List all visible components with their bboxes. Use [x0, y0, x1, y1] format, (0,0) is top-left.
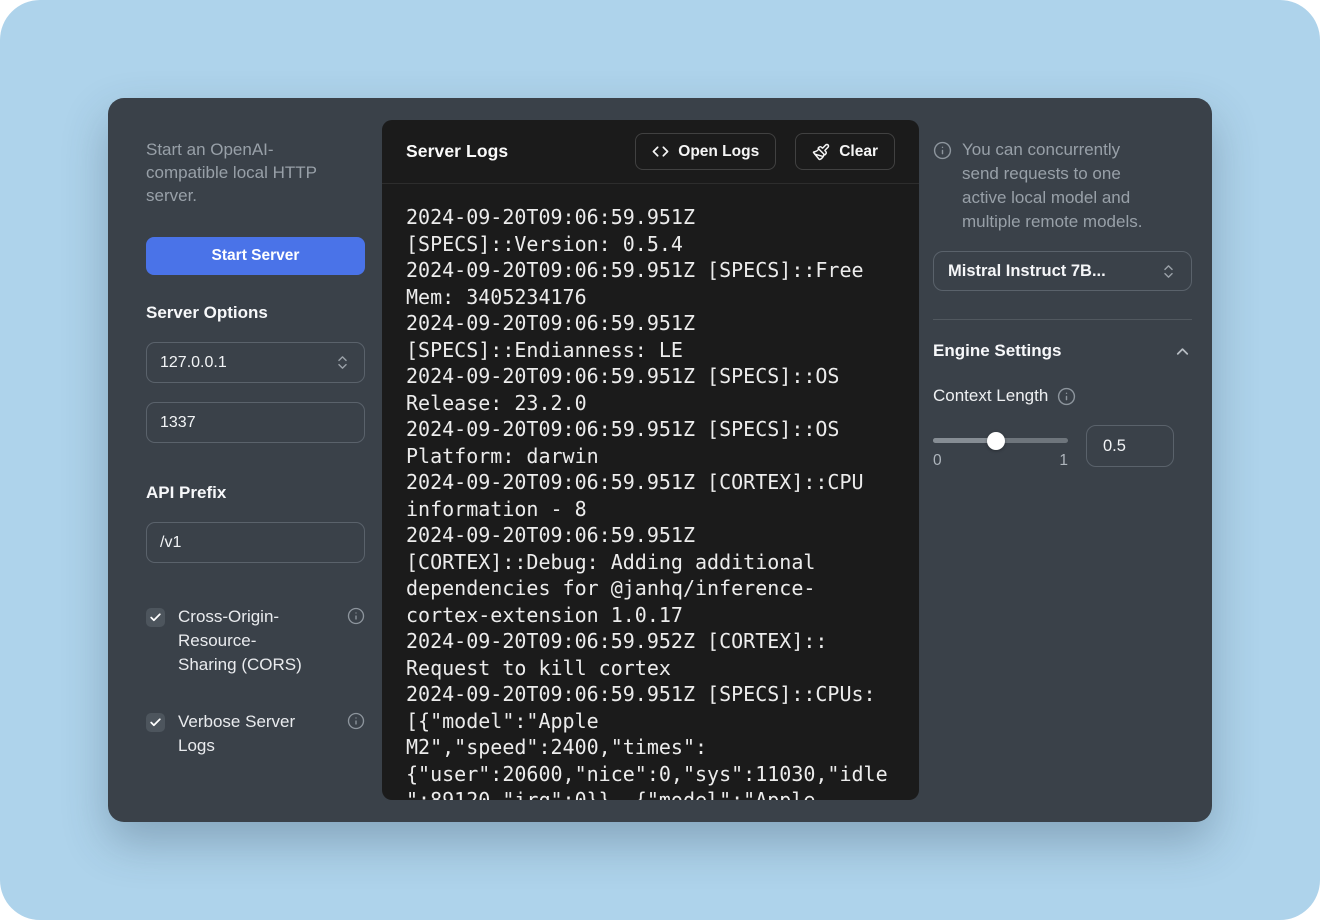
open-logs-button-label: Open Logs	[678, 143, 759, 161]
context-length-slider-wrap: 0 1	[933, 425, 1068, 470]
clear-logs-button[interactable]: Clear	[795, 133, 895, 170]
port-field[interactable]	[146, 402, 365, 443]
port-input[interactable]	[160, 414, 351, 432]
slider-max-label: 1	[1059, 452, 1068, 470]
slider-minmax-labels: 0 1	[933, 452, 1068, 470]
context-length-value-input[interactable]	[1086, 425, 1174, 467]
context-length-label: Context Length	[933, 386, 1048, 406]
chevron-up-icon	[1173, 342, 1192, 361]
concurrency-info-row: You can concurrently send requests to on…	[933, 138, 1192, 234]
api-prefix-input[interactable]	[160, 534, 351, 552]
chevrons-up-down-icon	[1160, 263, 1177, 280]
model-selector[interactable]: Mistral Instruct 7B...	[933, 251, 1192, 291]
check-icon	[149, 611, 162, 624]
app-background: Start an OpenAI- compatible local HTTP s…	[0, 0, 1320, 920]
verbose-logs-checkbox-label: Verbose Server Logs	[178, 710, 308, 758]
host-select[interactable]: 127.0.0.1	[146, 342, 365, 383]
cors-checkbox[interactable]	[146, 608, 165, 627]
context-length-slider-thumb[interactable]	[987, 432, 1005, 450]
chevrons-up-down-icon	[334, 354, 351, 371]
cors-checkbox-label: Cross-Origin- Resource- Sharing (CORS)	[178, 605, 308, 677]
context-length-control: 0 1	[933, 425, 1192, 470]
verbose-logs-checkbox[interactable]	[146, 713, 165, 732]
api-prefix-heading: API Prefix	[146, 483, 365, 503]
model-selector-value: Mistral Instruct 7B...	[948, 262, 1106, 281]
server-description: Start an OpenAI- compatible local HTTP s…	[146, 138, 365, 207]
start-server-button[interactable]: Start Server	[146, 237, 365, 275]
info-icon	[933, 141, 952, 160]
engine-settings-heading: Engine Settings	[933, 341, 1061, 361]
local-api-server-panel: Start an OpenAI- compatible local HTTP s…	[108, 98, 1212, 822]
clear-logs-button-label: Clear	[839, 143, 878, 161]
section-divider	[933, 319, 1192, 320]
server-options-heading: Server Options	[146, 303, 365, 323]
open-logs-button[interactable]: Open Logs	[635, 133, 776, 170]
context-length-info-icon[interactable]	[1057, 387, 1076, 406]
concurrency-info-text: You can concurrently send requests to on…	[962, 138, 1192, 234]
cors-row: Cross-Origin- Resource- Sharing (CORS)	[146, 605, 365, 677]
model-settings-column: You can concurrently send requests to on…	[933, 120, 1192, 800]
context-length-slider-track[interactable]	[933, 438, 1068, 443]
server-logs-output[interactable]: 2024-09-20T09:06:59.951Z [SPECS]::Versio…	[382, 184, 919, 800]
verbose-logs-row: Verbose Server Logs	[146, 710, 365, 758]
context-length-row: Context Length	[933, 386, 1192, 406]
host-select-value: 127.0.0.1	[160, 354, 227, 372]
cors-info-icon[interactable]	[347, 607, 365, 625]
slider-min-label: 0	[933, 452, 942, 470]
engine-settings-toggle[interactable]: Engine Settings	[933, 341, 1192, 361]
server-logs-card: Server Logs Open Logs Clear 2024-09-20T0…	[382, 120, 919, 800]
api-prefix-field[interactable]	[146, 522, 365, 563]
server-logs-header: Server Logs Open Logs Clear	[382, 120, 919, 184]
verbose-logs-info-icon[interactable]	[347, 712, 365, 730]
code-icon	[652, 143, 669, 160]
server-config-column: Start an OpenAI- compatible local HTTP s…	[146, 120, 365, 800]
server-logs-title: Server Logs	[406, 141, 508, 162]
paintbrush-icon	[812, 143, 830, 161]
check-icon	[149, 716, 162, 729]
